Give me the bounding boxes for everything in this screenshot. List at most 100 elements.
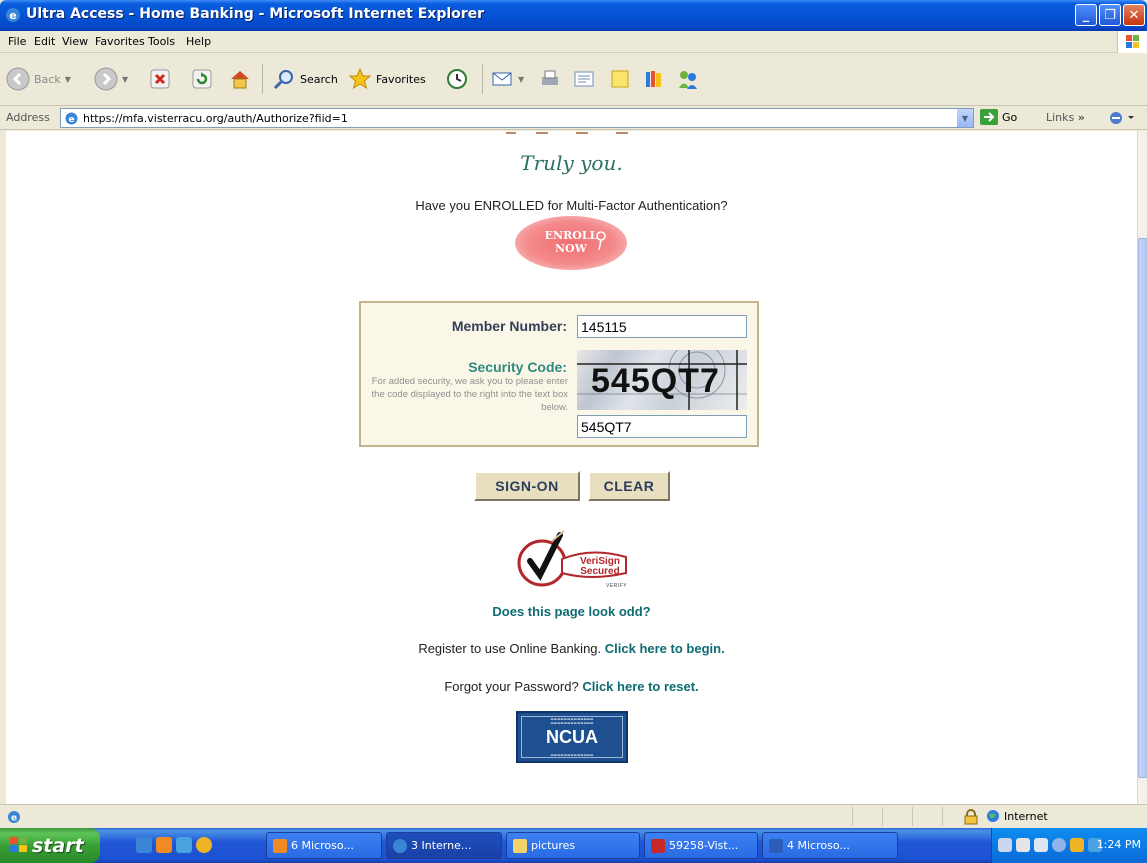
tray-expand-icon[interactable] (1052, 838, 1066, 852)
folder-icon (513, 838, 527, 853)
svg-text:e: e (11, 814, 17, 824)
search-label: Search (300, 72, 338, 86)
ncua-fine-print: ▬▬▬▬▬▬▬▬▬▬▬▬▬ ▬▬▬▬▬▬▬▬▬▬▬▬▬ (550, 717, 594, 725)
stop-icon (150, 69, 170, 89)
address-dropdown-button[interactable]: ▼ (956, 109, 973, 127)
toolbar-separator (262, 64, 263, 94)
lock-icon[interactable] (964, 809, 978, 825)
print-button[interactable] (538, 64, 562, 94)
menu-favorites[interactable]: Favorites (95, 35, 145, 48)
vertical-scrollbar[interactable] (1137, 131, 1147, 804)
close-button[interactable]: ✕ (1123, 4, 1145, 26)
task-internet-explorer[interactable]: 3 Interne... (386, 832, 502, 859)
chevron-down-icon: ▼ (518, 74, 525, 84)
edit-page-icon (574, 71, 594, 87)
odd-page-link[interactable]: Does this page look odd? (6, 604, 1137, 619)
go-button[interactable]: Go (980, 109, 1017, 125)
toolbar-extension-icon[interactable] (1108, 110, 1134, 126)
ie-icon (393, 838, 407, 853)
security-code-label: Security Code: (468, 359, 567, 375)
menu-view[interactable]: View (62, 35, 88, 48)
ie-quicklaunch-icon[interactable] (136, 837, 152, 853)
refresh-button[interactable] (190, 64, 214, 94)
task-pdf[interactable]: 59258-Vist... (644, 832, 758, 859)
minimize-button[interactable]: _ (1075, 4, 1097, 26)
forward-button[interactable]: ▼ (94, 64, 128, 94)
search-icon (273, 70, 293, 90)
favorites-button[interactable]: Favorites (348, 64, 426, 94)
key-icon (596, 231, 606, 251)
window-title-bar[interactable]: e Ultra Access - Home Banking - Microsof… (0, 0, 1147, 31)
outlook-icon (273, 838, 287, 853)
page-icon: e (65, 112, 78, 125)
start-label: start (32, 834, 84, 857)
sign-on-button[interactable]: SIGN-ON (474, 471, 580, 501)
enroll-question: Have you ENROLLED for Multi-Factor Authe… (415, 198, 728, 213)
verisign-label: VeriSign Secured (564, 557, 636, 577)
status-bar: e Internet (0, 804, 1147, 828)
printer-icon (542, 70, 558, 85)
clear-button[interactable]: CLEAR (588, 471, 670, 501)
verisign-verify: VERIFY (606, 583, 628, 589)
history-button[interactable] (445, 64, 469, 94)
forgot-text: Forgot your Password? (444, 679, 579, 694)
favorites-label: Favorites (376, 72, 426, 86)
links-button[interactable]: Links » (1046, 111, 1085, 124)
forgot-link[interactable]: Click here to reset. (582, 679, 698, 694)
browser-quicklaunch-icon[interactable] (176, 837, 192, 853)
address-input[interactable]: e https://mfa.visterracu.org/auth/Author… (60, 108, 974, 128)
menu-file[interactable]: File (8, 35, 26, 48)
task-label: pictures (531, 839, 576, 852)
zone-label: Internet (1004, 809, 1048, 823)
outlook-quicklaunch-icon[interactable] (156, 837, 172, 853)
page-content: Truly you. Have you ENROLLED for Multi-F… (6, 131, 1137, 804)
address-bar: Address e https://mfa.visterracu.org/aut… (0, 106, 1147, 130)
ncua-label: NCUA (546, 727, 598, 747)
status-cell (852, 807, 882, 826)
address-label: Address (6, 111, 50, 124)
register-text: Register to use Online Banking. (418, 641, 602, 656)
security-code-input[interactable] (577, 415, 747, 438)
start-button[interactable]: start (0, 828, 100, 863)
stop-button[interactable] (148, 64, 172, 94)
tray-app-icon[interactable] (1070, 838, 1084, 852)
menu-tools[interactable]: Tools (148, 35, 175, 48)
tray-pen-icon[interactable] (998, 838, 1012, 852)
restore-button[interactable]: ❐ (1099, 4, 1121, 26)
go-arrow-icon (980, 109, 998, 125)
chevron-down-icon: ▼ (64, 74, 71, 84)
menu-help[interactable]: Help (186, 35, 211, 48)
tray-help-icon[interactable] (1034, 838, 1048, 852)
menu-edit[interactable]: Edit (34, 35, 55, 48)
register-link[interactable]: Click here to begin. (605, 641, 725, 656)
mail-button[interactable]: ▼ (490, 64, 524, 94)
history-icon (447, 69, 467, 89)
svg-text:e: e (9, 9, 16, 22)
discuss-button[interactable] (608, 64, 632, 94)
security-zone: Internet (986, 809, 1048, 823)
chevron-down-icon: ▼ (122, 74, 129, 84)
media-quicklaunch-icon[interactable] (196, 837, 212, 853)
globe-icon (987, 810, 999, 822)
tray-network-icon[interactable] (1016, 838, 1030, 852)
member-number-input[interactable] (577, 315, 747, 338)
home-button[interactable] (228, 64, 252, 94)
enroll-now-button[interactable]: ENROLL NOW (515, 216, 627, 270)
research-button[interactable] (642, 64, 666, 94)
captcha-code: 545QT7 (591, 362, 720, 400)
search-button[interactable]: Search (272, 64, 338, 94)
security-code-help: For added security, we ask you to please… (371, 376, 568, 413)
go-label: Go (1002, 110, 1018, 124)
back-button[interactable]: Back ▼ (6, 64, 71, 94)
messenger-button[interactable] (676, 64, 700, 94)
ncua-badge[interactable]: ▬▬▬▬▬▬▬▬▬▬▬▬▬ ▬▬▬▬▬▬▬▬▬▬▬▬▬ NCUA ▬▬▬▬▬▬▬▬… (516, 711, 628, 763)
task-microsoft-1[interactable]: 6 Microso... (266, 832, 382, 859)
scrollbar-thumb[interactable] (1138, 238, 1147, 778)
task-word[interactable]: 4 Microso... (762, 832, 898, 859)
enroll-label-1: ENROLL (544, 229, 598, 242)
star-icon (348, 67, 372, 90)
task-pictures[interactable]: pictures (506, 832, 640, 859)
task-label: 59258-Vist... (669, 839, 739, 852)
edit-button[interactable] (572, 64, 596, 94)
taskbar: start 6 Microso... 3 Interne... pictures… (0, 828, 1147, 863)
